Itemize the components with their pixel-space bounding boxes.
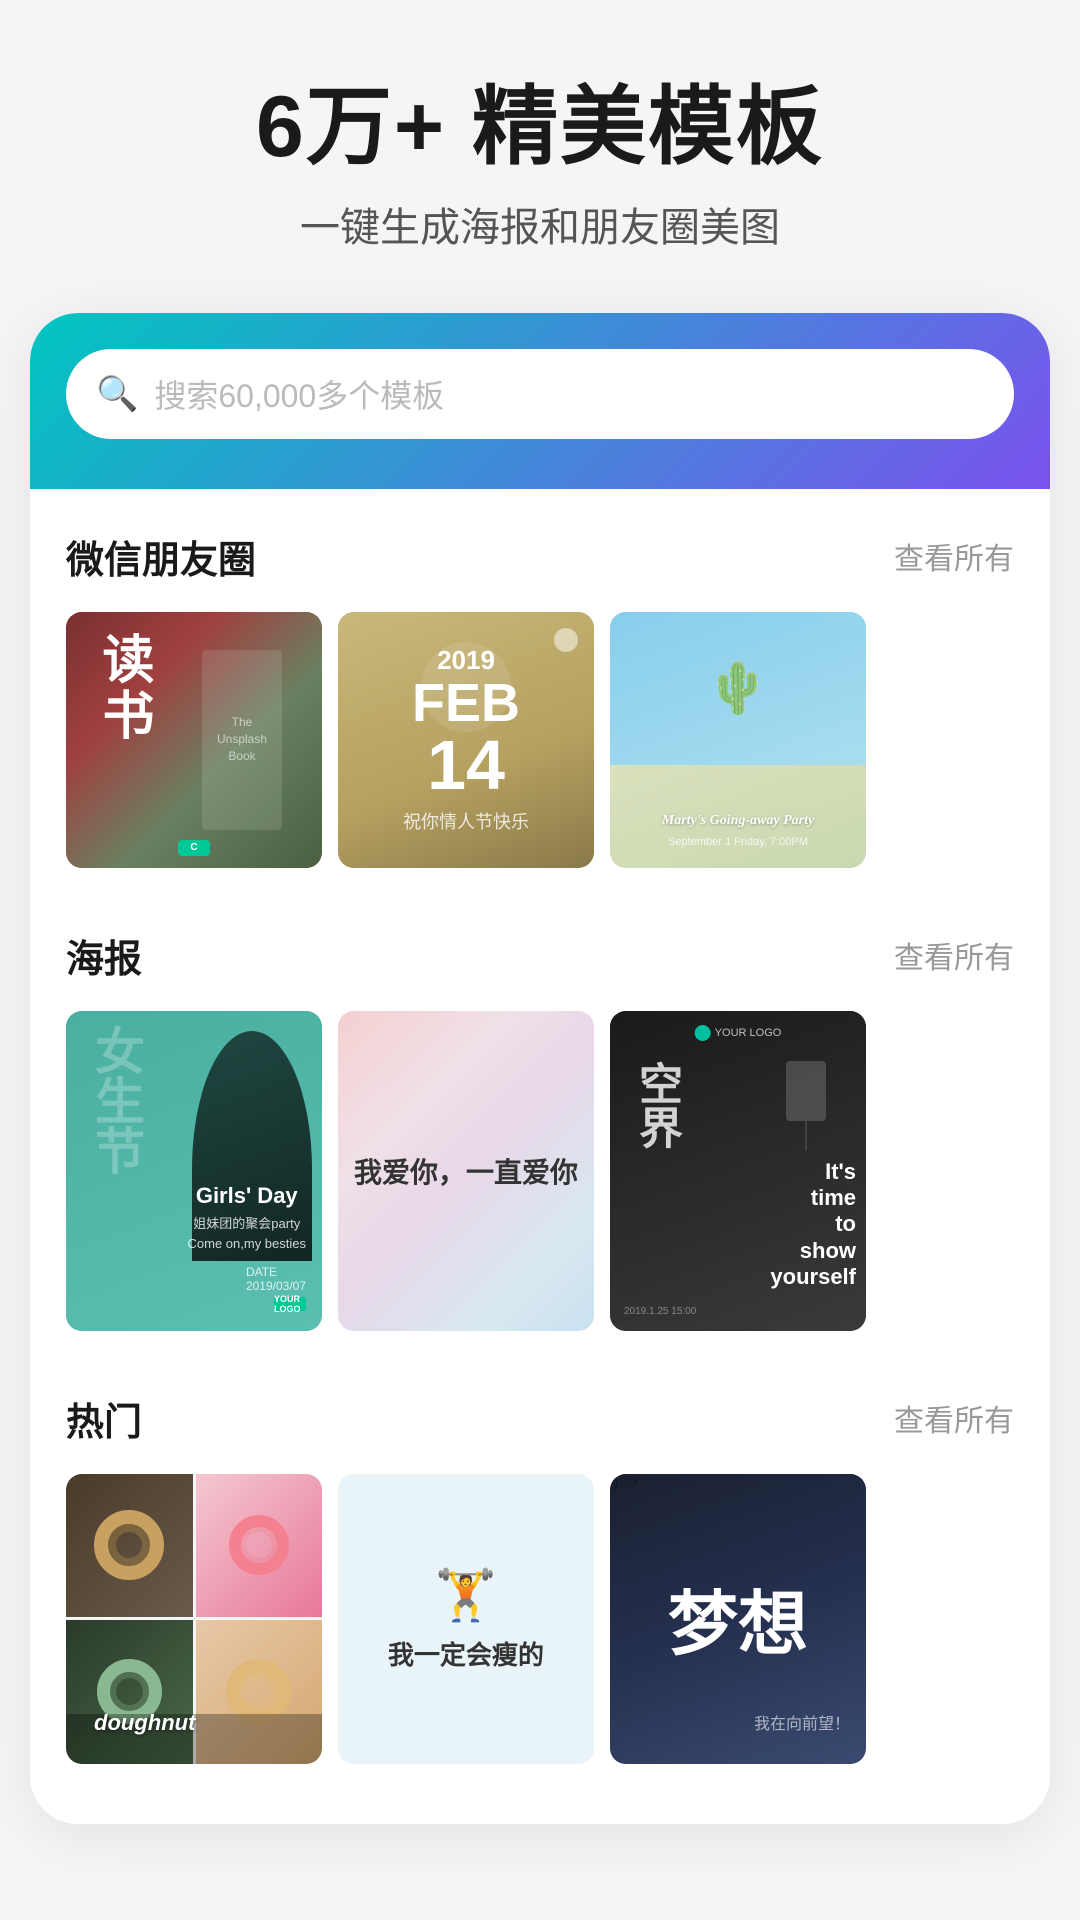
reading-vertical-text: 读书 xyxy=(86,632,161,848)
valentine-year: 2019 xyxy=(403,645,529,676)
poster-section-title: 海报 xyxy=(66,928,142,983)
hot-section-title: 热门 xyxy=(66,1391,142,1446)
poster-templates-row: 女生节 Girls' Day 姐妹团的聚会party Come on,my be… xyxy=(66,1011,1014,1331)
hot-section-header: 热门 查看所有 xyxy=(66,1391,1014,1446)
wechat-view-all[interactable]: 查看所有 xyxy=(894,534,1014,578)
party-details: September 1 Friday, 7:00PM xyxy=(630,836,846,848)
poster-section: 海报 查看所有 女生节 Girls' Day 姐妹团的聚会party Come … xyxy=(30,888,1050,1351)
template-party[interactable]: 🌵 Marty's Going-away Party September 1 F… xyxy=(610,612,866,868)
dream-text: 梦想 xyxy=(668,1568,808,1669)
hero-title: 6万+ 精美模板 xyxy=(40,80,1040,175)
wechat-section-title: 微信朋友圈 xyxy=(66,529,256,584)
template-girlsday[interactable]: 女生节 Girls' Day 姐妹团的聚会party Come on,my be… xyxy=(66,1011,322,1331)
doughnut-badge: doughnut xyxy=(66,1714,322,1764)
poster-view-all[interactable]: 查看所有 xyxy=(894,933,1014,977)
template-reading[interactable]: TheUnsplashBook 读书 C xyxy=(66,612,322,868)
wechat-templates-row: TheUnsplashBook 读书 C 2019 FEB 14 xyxy=(66,612,1014,868)
doughnut-label: doughnut xyxy=(94,1710,195,1736)
template-dream[interactable]: ');"> 梦想 我在向前望！ xyxy=(610,1474,866,1764)
poster-section-header: 海报 查看所有 xyxy=(66,928,1014,983)
app-card: 🔍 搜索60,000多个模板 微信朋友圈 查看所有 TheUnsplashBoo… xyxy=(30,313,1050,1824)
girlsday-en: Girls' Day 姐妹团的聚会party Come on,my bestie… xyxy=(188,1183,307,1251)
girlsday-date: DATE 2019/03/07 YOUR LOGO xyxy=(246,1265,306,1311)
girlsday-cn-text: 女生节 xyxy=(80,1025,152,1317)
valentine-month: FEB 14 xyxy=(403,676,529,800)
wechat-section-header: 微信朋友圈 查看所有 xyxy=(66,529,1014,584)
template-motivation[interactable]: 🏋️ 我一定会瘦的 xyxy=(338,1474,594,1764)
hero-section: 6万+ 精美模板 一键生成海报和朋友圈美图 xyxy=(0,0,1080,313)
dream-sub: 我在向前望！ xyxy=(754,1710,850,1734)
search-box[interactable]: 🔍 搜索60,000多个模板 xyxy=(66,349,1014,439)
motivation-text: 我一定会瘦的 xyxy=(388,1635,544,1672)
wechat-section: 微信朋友圈 查看所有 TheUnsplashBook 读书 C xyxy=(30,489,1050,888)
hot-section: 热门 查看所有 xyxy=(30,1351,1050,1784)
doughnut-cell-2 xyxy=(196,1474,323,1618)
valentine-dot xyxy=(554,628,578,652)
love-text: 我爱你，一直爱你 xyxy=(354,1151,578,1191)
valentine-sub: 祝你情人节快乐 xyxy=(403,808,529,834)
hot-view-all[interactable]: 查看所有 xyxy=(894,1396,1014,1440)
hero-subtitle: 一键生成海报和朋友圈美图 xyxy=(40,195,1040,253)
show-cn-text: 空界 xyxy=(624,1061,688,1251)
search-icon: 🔍 xyxy=(96,374,138,414)
show-en: It's time to show yourself xyxy=(770,1159,856,1291)
template-valentine[interactable]: 2019 FEB 14 祝你情人节快乐 xyxy=(338,612,594,868)
template-doughnut[interactable]: doughnut xyxy=(66,1474,322,1764)
template-show[interactable]: YOUR LOGO 空界 It's time to show yourself xyxy=(610,1011,866,1331)
hot-templates-row: doughnut 🏋️ 我一定会瘦的 ');"> 梦想 我在向前望！ xyxy=(66,1474,1014,1764)
search-placeholder: 搜索60,000多个模板 xyxy=(154,371,444,417)
party-title: Marty's Going-away Party xyxy=(630,804,846,830)
doughnut-cell-1 xyxy=(66,1474,193,1618)
search-header: 🔍 搜索60,000多个模板 xyxy=(30,313,1050,489)
template-love[interactable]: 我爱你，一直爱你 xyxy=(338,1011,594,1331)
